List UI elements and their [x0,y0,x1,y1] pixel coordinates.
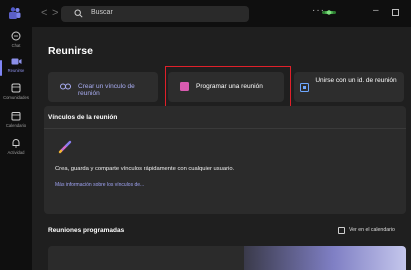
rail-item-activity[interactable]: Actividad [0,138,32,155]
meeting-links-title: Vínculos de la reunión [48,114,118,121]
maximize-button[interactable] [392,9,399,16]
divider [44,128,406,129]
create-meeting-link-label: Crear un vínculo de reunión [78,83,135,97]
rail-item-meet[interactable]: Reunirse [0,57,32,76]
video-camera-icon [11,58,21,65]
meeting-links-card: Vínculos de la reunión Crea, guarda y co… [44,106,406,214]
back-button[interactable]: < [41,6,47,20]
learn-more-link[interactable]: Más información sobre los vínculos de... [55,182,144,188]
rail-label-calendar: Calendario [5,123,27,128]
minimize-button[interactable]: – [373,5,379,16]
rail-label-communities: Comunidades [3,95,29,100]
meeting-links-description: Crea, guarda y comparte vínculos rápidam… [55,166,235,172]
calendar-icon [11,112,21,121]
calendar-small-icon [338,227,345,234]
scheduled-meetings-card [48,246,406,270]
meet-page: Reunirse Crear un vínculo de reunión Pro… [32,27,411,270]
highlight-box [165,66,291,107]
communities-icon [11,83,21,93]
scheduled-meetings-title: Reuniones programadas [48,227,125,234]
rail-item-calendar[interactable]: Calendario [0,111,32,128]
title-bar: < > Buscar ··· – [0,0,411,27]
search-icon [74,9,83,18]
forward-button[interactable]: > [52,6,58,20]
rail-label-chat: Chat [11,43,21,48]
teams-logo-icon [9,7,21,19]
rail-label-activity: Actividad [7,150,25,155]
join-with-id-label: Unirse con un id. de reunión [315,77,397,84]
search-placeholder: Buscar [91,9,113,16]
search-input[interactable]: Buscar [61,6,249,22]
app-rail: Chat Reunirse Comunidades Calendario Act… [0,27,32,270]
chat-icon [11,31,21,41]
join-with-id-button[interactable]: Unirse con un id. de reunión [294,72,404,102]
create-meeting-link-button[interactable]: Crear un vínculo de reunión [48,72,158,102]
view-in-calendar-label: Ver en el calendario [349,227,395,233]
bell-icon [12,139,20,148]
rail-item-chat[interactable]: Chat [0,31,32,48]
rail-label-meet: Reunirse [7,68,25,73]
avatar[interactable] [322,7,336,19]
rail-item-communities[interactable]: Comunidades [0,83,32,100]
illustration [244,246,406,270]
chain-link-icon [58,140,72,154]
join-id-icon [300,83,309,92]
active-indicator [0,60,2,76]
page-title: Reunirse [48,45,93,57]
link-icon [60,83,71,90]
